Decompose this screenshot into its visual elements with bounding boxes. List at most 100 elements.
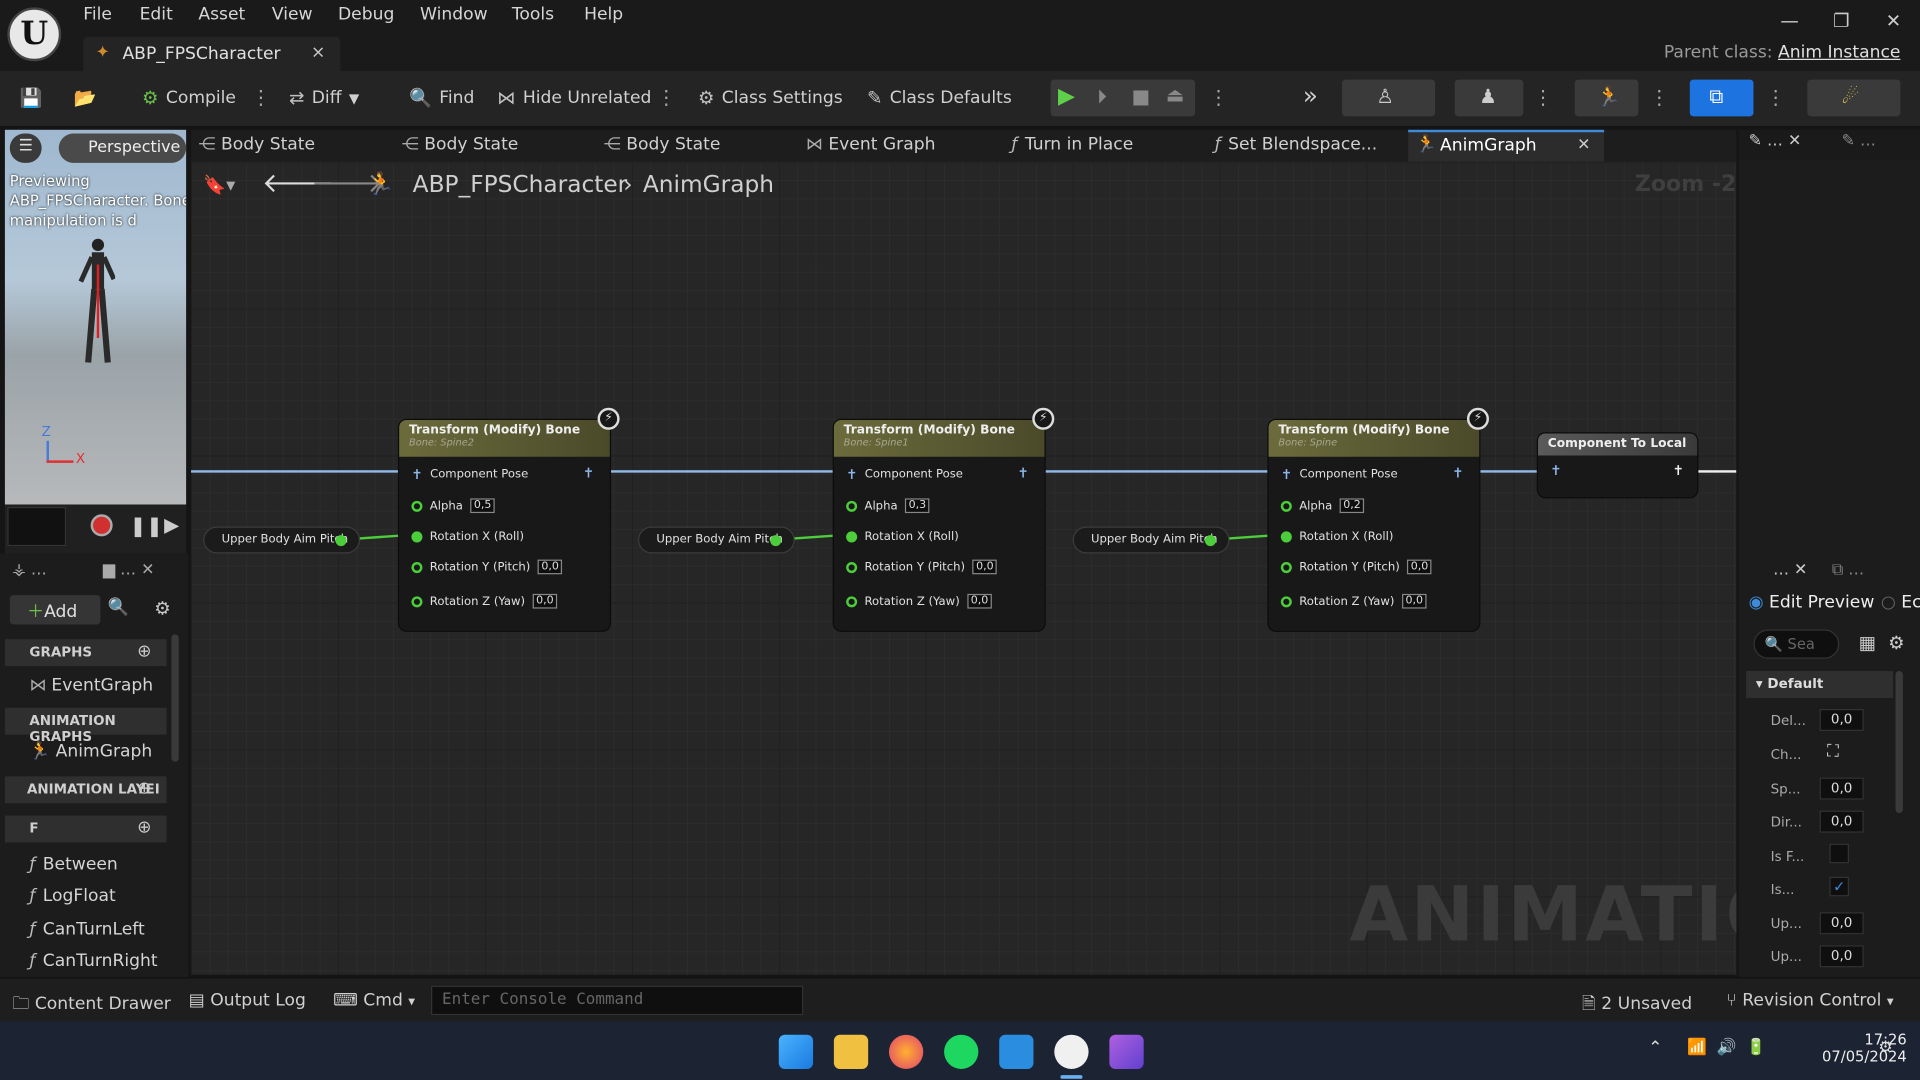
rotation-x-pin[interactable]: Rotation X (Roll): [411, 530, 524, 544]
checkbox-checked[interactable]: ✓: [1829, 876, 1849, 897]
component-pose-pin[interactable]: ✝ Component Pose: [846, 467, 963, 483]
notifications-icon[interactable]: ⚙: [1878, 1038, 1892, 1056]
expand-toolbar-icon[interactable]: »: [1303, 81, 1318, 110]
wifi-icon[interactable]: 📶: [1687, 1038, 1707, 1056]
tab-animgraph[interactable]: 🏃 AnimGraph ✕: [1408, 129, 1605, 162]
menu-tools[interactable]: Tools: [512, 5, 554, 25]
output-pin[interactable]: [335, 535, 347, 547]
pause-icon[interactable]: ❚❚: [130, 514, 163, 537]
pose-input-pin-icon[interactable]: ✝: [1550, 463, 1561, 479]
component-pose-pin[interactable]: ✝ Component Pose: [1281, 467, 1398, 483]
function-item[interactable]: ƒ Between: [29, 855, 117, 875]
details-tab-2[interactable]: ✎ …: [1842, 132, 1876, 150]
find-button[interactable]: 🔍 Find: [409, 87, 474, 109]
transform-modify-bone-node[interactable]: Transform (Modify) Bone Bone: Spine1 ⚡ ✝ C…: [833, 407, 1055, 631]
browse-icon[interactable]: 📂: [73, 87, 96, 109]
animation-graphs-section[interactable]: ANIMATION GRAPHS: [4, 707, 167, 744]
close-tab-icon[interactable]: ✕: [1577, 136, 1590, 154]
rotation-x-pin[interactable]: Rotation X (Roll): [846, 530, 959, 544]
component-to-local-node[interactable]: Component To Local ✝ ✝: [1537, 433, 1698, 498]
default-category[interactable]: ▾ Default: [1746, 671, 1894, 698]
tab-body-state-2[interactable]: ⋲ Body State: [402, 135, 519, 155]
spotify-icon[interactable]: [944, 1034, 979, 1069]
panel-tab-2[interactable]: ⧉ …: [1832, 561, 1864, 579]
pose-output-pin-icon[interactable]: ✝: [583, 465, 594, 481]
details-tab[interactable]: ✎ … ✕: [1749, 132, 1802, 150]
table-view-icon[interactable]: ▦: [1859, 632, 1876, 654]
pose-output-pin-icon[interactable]: ✝: [1018, 465, 1029, 481]
rotation-y-pin[interactable]: Rotation Y (Pitch) 0,0: [846, 559, 998, 575]
rotation-z-value[interactable]: 0,0: [532, 593, 558, 609]
menu-asset[interactable]: Asset: [198, 5, 245, 25]
edit-defaults-radio[interactable]: ○ Ec: [1881, 593, 1920, 613]
upper-body-aim-pitch-getter[interactable]: Upper Body Aim Pitch: [203, 526, 361, 554]
rotation-x-pin[interactable]: Rotation X (Roll): [1280, 530, 1393, 544]
hide-unrelated-button[interactable]: ⋈ Hide Unrelated: [497, 87, 651, 109]
viewport-menu-icon[interactable]: ☰: [9, 133, 42, 163]
checkbox-unchecked[interactable]: [1829, 843, 1849, 864]
function-item[interactable]: ƒ CanTurnRight: [29, 951, 157, 971]
alpha-value[interactable]: 0,2: [1339, 498, 1365, 514]
step-icon[interactable]: ⏵: [1097, 84, 1107, 108]
unreal-engine-icon[interactable]: [1054, 1034, 1089, 1069]
step-forward-icon[interactable]: ▶: [164, 513, 179, 536]
restore-button[interactable]: ❐: [1833, 10, 1849, 32]
function-item[interactable]: ƒ CanTurnLeft: [29, 920, 144, 940]
pose-wire[interactable]: [609, 470, 834, 473]
add-layer-icon[interactable]: ⊕: [137, 779, 151, 799]
property-value[interactable]: 0,0: [1819, 945, 1864, 968]
content-drawer-button[interactable]: 🗀 Content Drawer: [12, 991, 171, 1020]
menu-view[interactable]: View: [272, 5, 313, 25]
my-blueprint-tab-icon[interactable]: ⚶ …: [12, 561, 47, 579]
tab-body-state-3[interactable]: ⋲ Body State: [604, 135, 721, 155]
pose-output-pin-icon[interactable]: ✝: [1673, 463, 1684, 479]
console-command-input[interactable]: Enter Console Command: [431, 985, 804, 1016]
tab-set-blendspace[interactable]: ƒ Set Blendspace...: [1215, 135, 1377, 155]
tab-turn-in-place[interactable]: ƒ Turn in Place: [1011, 135, 1133, 155]
anim-graph-item[interactable]: 🏃 AnimGraph: [29, 742, 152, 762]
property-value[interactable]: 0,0: [1819, 777, 1864, 800]
output-pin[interactable]: [770, 535, 782, 547]
minimize-button[interactable]: —: [1780, 10, 1798, 32]
bookmark-icon[interactable]: 🔖▾: [203, 174, 235, 196]
blueprint-options-icon[interactable]: ⋮: [1766, 86, 1786, 109]
hide-unrelated-options-icon[interactable]: ⋮: [656, 86, 676, 109]
asset-tab[interactable]: ✦ ABP_FPSCharacter ×: [83, 36, 341, 72]
component-pose-pin[interactable]: ✝ Component Pose: [411, 467, 528, 483]
property-value[interactable]: 0,0: [1819, 912, 1864, 935]
stop-icon[interactable]: ■: [1131, 84, 1150, 107]
menu-edit[interactable]: Edit: [140, 5, 173, 25]
volume-icon[interactable]: 🔊: [1717, 1038, 1737, 1056]
tab-event-graph[interactable]: ⋈ Event Graph: [806, 135, 936, 155]
rotation-y-value[interactable]: 0,0: [537, 559, 563, 575]
alpha-pin[interactable]: Alpha 0,2: [1280, 498, 1365, 514]
menu-file[interactable]: File: [83, 5, 112, 25]
pose-wire-out[interactable]: [1697, 470, 1737, 473]
animation-mode-button[interactable]: 🏃: [1574, 79, 1639, 117]
mesh-mode-button[interactable]: ♟: [1454, 79, 1524, 117]
pose-wire[interactable]: [1044, 470, 1269, 473]
skeleton-mode-button[interactable]: ♙: [1342, 79, 1436, 117]
rotation-y-pin[interactable]: Rotation Y (Pitch) 0,0: [1280, 559, 1432, 575]
menu-debug[interactable]: Debug: [338, 5, 394, 25]
alpha-pin[interactable]: Alpha 0,5: [411, 498, 496, 514]
battery-icon[interactable]: 🔋: [1746, 1038, 1766, 1056]
add-graph-icon[interactable]: ⊕: [137, 642, 151, 662]
animation-options-icon[interactable]: ⋮: [1649, 86, 1669, 109]
function-item[interactable]: ƒ LogFloat: [29, 887, 115, 907]
vscode-icon[interactable]: [999, 1034, 1034, 1069]
add-function-icon[interactable]: ⊕: [137, 818, 151, 838]
settings-gear-icon[interactable]: ⚙: [154, 598, 170, 620]
search-icon[interactable]: 🔍: [108, 598, 129, 618]
preview-viewport[interactable]: ☰ Perspective Previewing ABP_FPSCharacte…: [4, 129, 187, 505]
unsaved-button[interactable]: 🗎 2 Unsaved: [1582, 991, 1692, 1020]
graph-item-eventgraph[interactable]: ⋈ EventGraph: [29, 676, 153, 696]
class-defaults-button[interactable]: ✎ Class Defaults: [867, 87, 1012, 109]
blueprint-mode-button[interactable]: ⧉: [1689, 79, 1754, 117]
rotation-y-pin[interactable]: Rotation Y (Pitch) 0,0: [411, 559, 563, 575]
rotation-z-value[interactable]: 0,0: [1401, 593, 1427, 609]
video-editor-icon[interactable]: [1109, 1034, 1144, 1069]
unreal-logo-icon[interactable]: U: [7, 7, 62, 62]
transform-modify-bone-node[interactable]: Transform (Modify) Bone Bone: Spine2 ⚡ ✝ C…: [399, 407, 620, 631]
property-value[interactable]: 0,0: [1819, 708, 1864, 732]
